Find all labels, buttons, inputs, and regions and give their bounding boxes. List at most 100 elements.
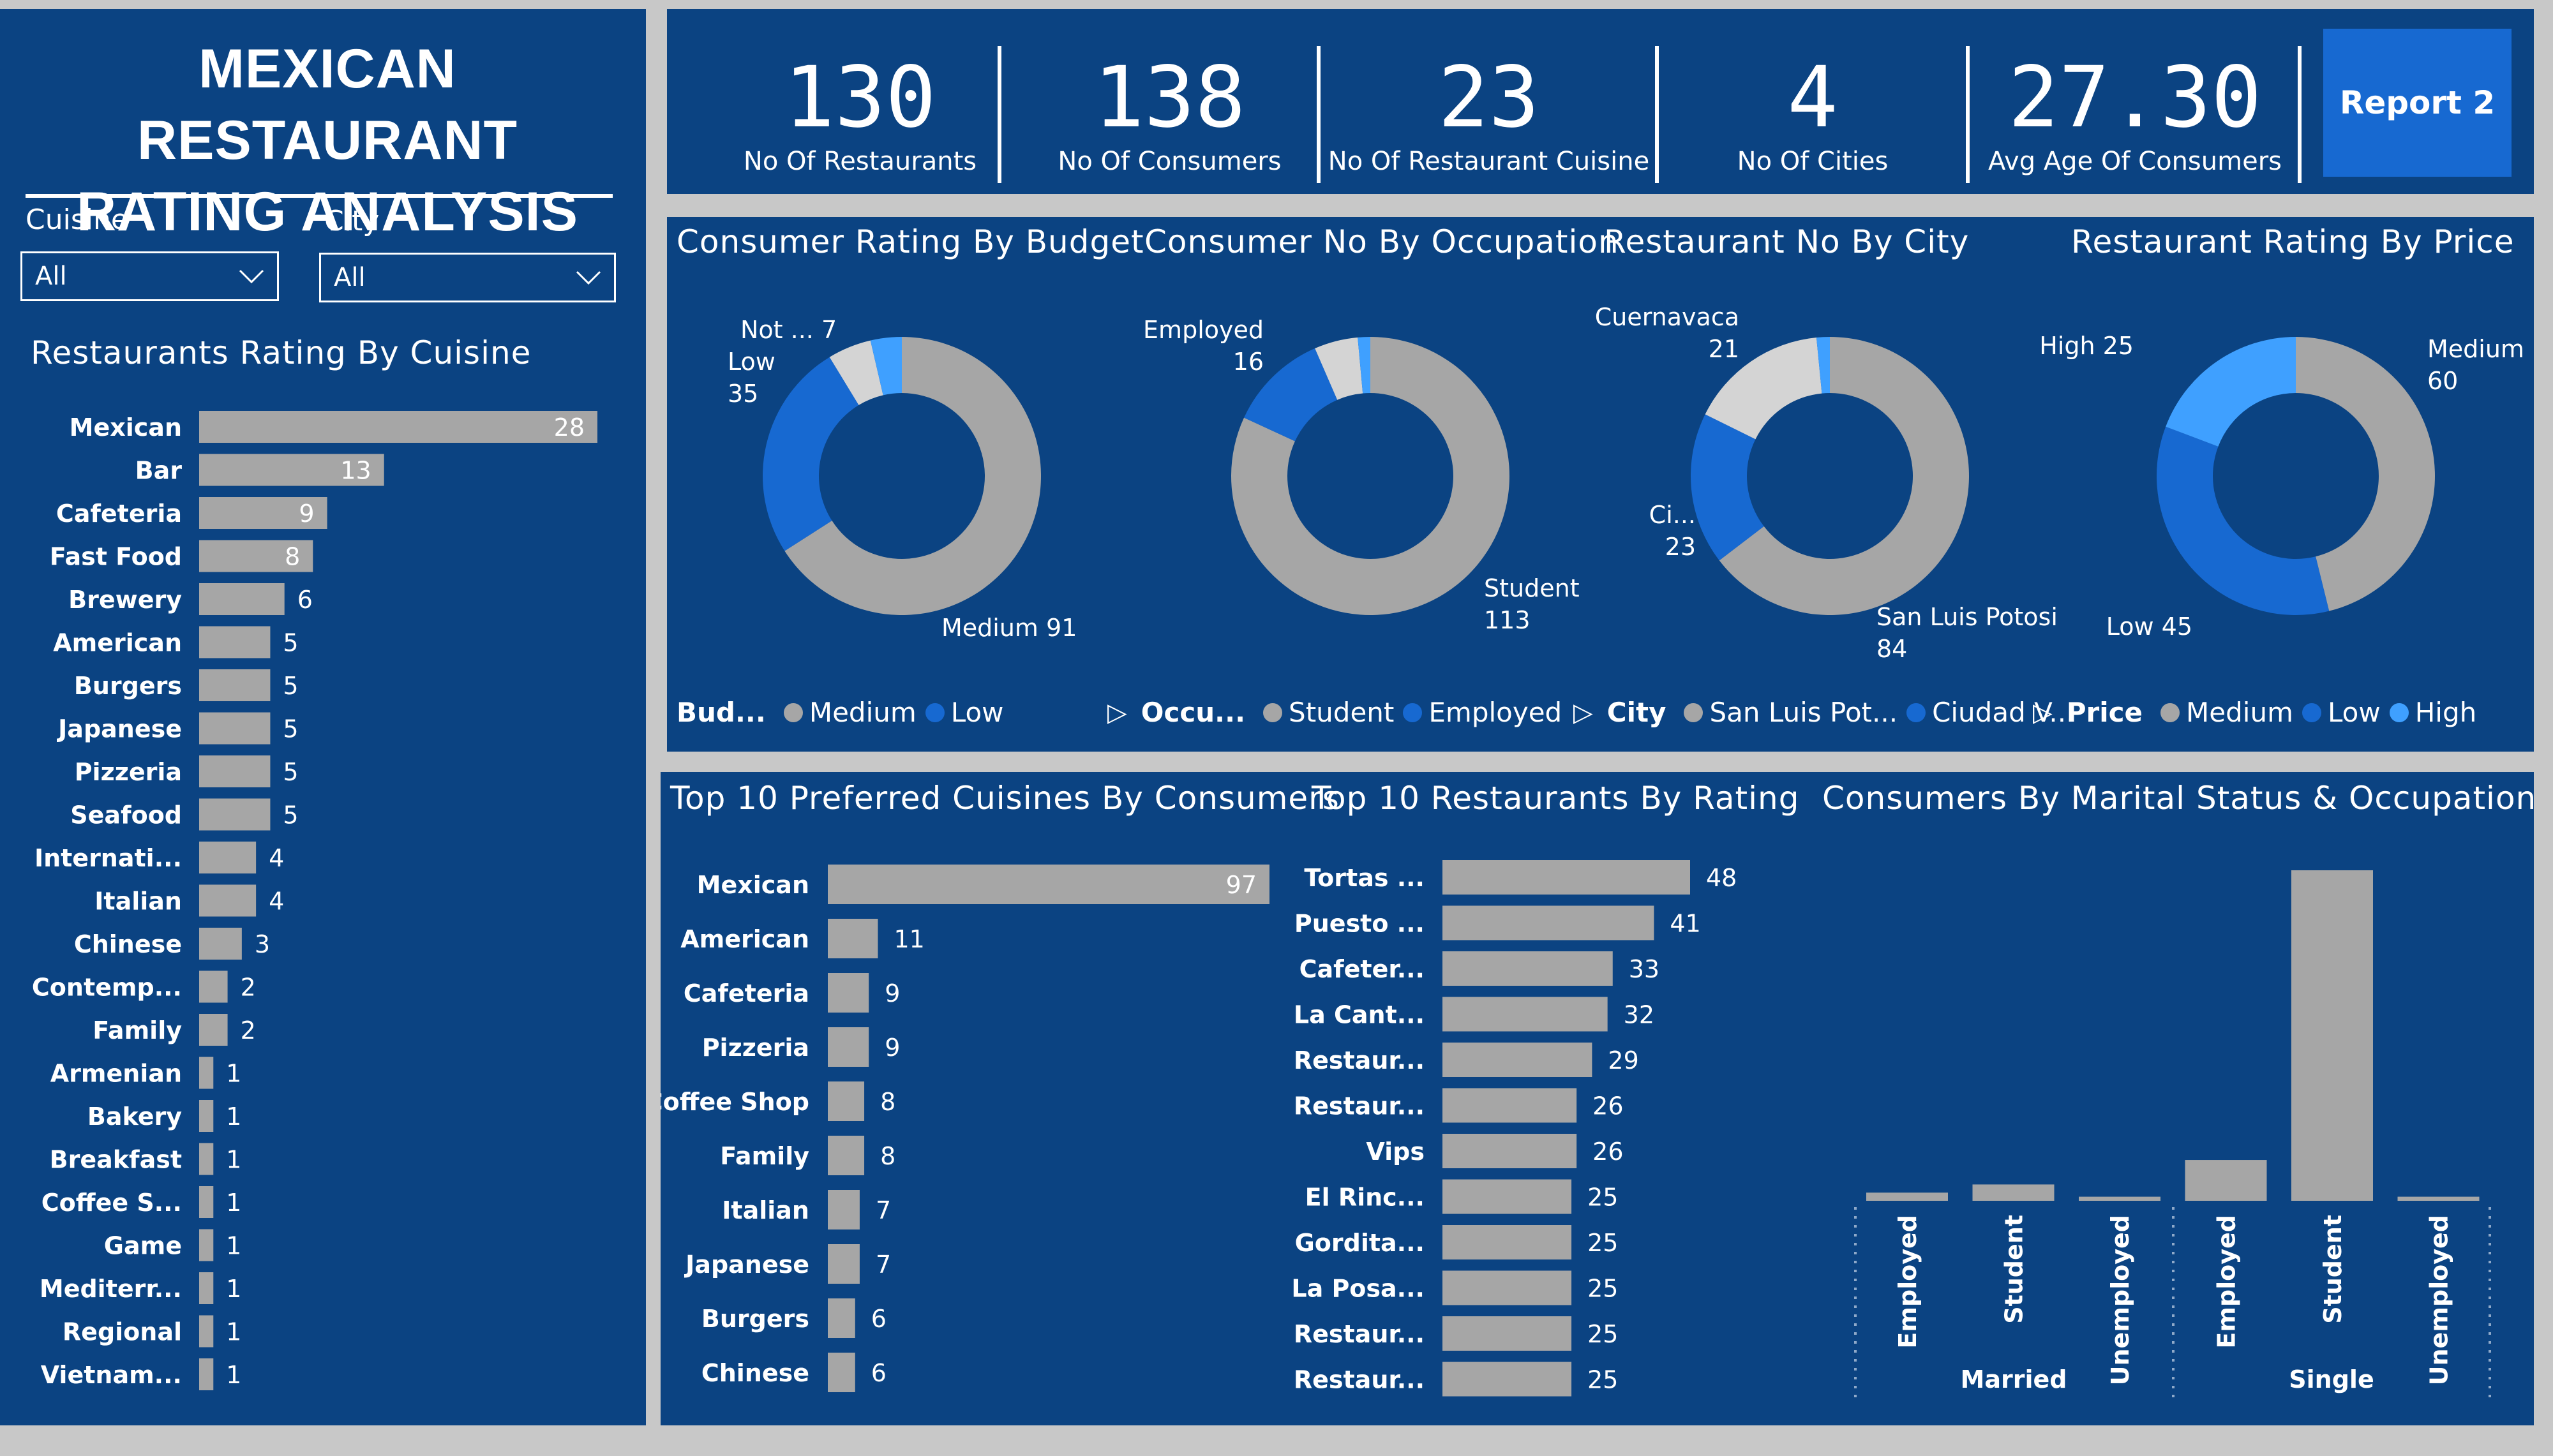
marital-group-label: Married bbox=[1961, 1365, 2067, 1393]
legend-item[interactable]: Low bbox=[2328, 697, 2381, 728]
kpi-value: 27.30 bbox=[2008, 48, 2262, 147]
donut-slice bbox=[2157, 426, 2330, 616]
cuisine-category-label: American bbox=[53, 629, 182, 657]
donut-data-label: 16 bbox=[1233, 348, 1264, 376]
kpi-cities: 4 No Of Cities bbox=[1663, 9, 1963, 177]
legend-item[interactable]: High bbox=[2415, 697, 2477, 728]
cuisine-bar bbox=[199, 1057, 214, 1089]
cuisine-bar bbox=[199, 1143, 214, 1175]
legend-item[interactable]: San Luis Pot... bbox=[1709, 697, 1898, 728]
cuisine-data-label: 1 bbox=[226, 1146, 241, 1174]
city-dropdown-value: All bbox=[334, 263, 366, 292]
top-restaurant-data-label: 26 bbox=[1592, 1138, 1623, 1166]
top-restaurant-data-label: 26 bbox=[1592, 1092, 1623, 1120]
preferred-cuisine-label: Italian bbox=[722, 1196, 809, 1224]
legend-scroll-icon[interactable]: ▷ bbox=[1107, 698, 1127, 727]
legend-scroll-icon[interactable]: ▷ bbox=[1573, 698, 1593, 727]
kpi-value: 4 bbox=[1787, 48, 1838, 147]
legend-dot bbox=[1263, 702, 1283, 722]
cuisine-bar bbox=[199, 626, 271, 658]
cuisine-slicer-label: Cuisine bbox=[26, 204, 128, 236]
cuisine-category-label: Italian bbox=[94, 888, 182, 916]
legend-title: Bud... bbox=[677, 697, 766, 728]
kpi-label: Avg Age Of Consumers bbox=[1988, 147, 2282, 176]
top-restaurant-label: Puesto ... bbox=[1294, 910, 1425, 938]
cuisine-bar bbox=[199, 583, 285, 615]
cuisine-data-label: 1 bbox=[226, 1361, 241, 1389]
preferred-cuisine-bar bbox=[828, 1298, 855, 1338]
legend-item[interactable]: Low bbox=[951, 697, 1004, 728]
cuisine-data-label: 4 bbox=[269, 844, 284, 872]
preferred-cuisine-label: Coffee Shop bbox=[661, 1088, 809, 1116]
chevron-down-icon bbox=[576, 271, 601, 285]
cuisine-data-label: 9 bbox=[299, 500, 314, 528]
donut-data-label: Student bbox=[1484, 574, 1580, 602]
top-restaurant-bar bbox=[1442, 1043, 1592, 1077]
cuisine-dropdown[interactable]: All bbox=[20, 251, 279, 301]
legend-item[interactable]: Student bbox=[1289, 697, 1394, 728]
top-restaurant-label: Tortas ... bbox=[1304, 864, 1425, 892]
marital-occupation-bar bbox=[2291, 870, 2373, 1201]
kpi-value: 23 bbox=[1438, 48, 1539, 147]
kpi-separator bbox=[998, 46, 1001, 183]
marital-occupation-bar bbox=[2185, 1160, 2267, 1201]
report-2-button[interactable]: Report 2 bbox=[2323, 29, 2512, 177]
donut-data-label: 60 bbox=[2427, 367, 2458, 395]
cuisine-bar bbox=[199, 1358, 214, 1390]
cuisine-bar bbox=[199, 1229, 214, 1261]
marital-occupation-tick-label: Student bbox=[2319, 1215, 2347, 1324]
legend-dot bbox=[1684, 702, 1703, 722]
legend-scroll-icon[interactable]: ▷ bbox=[2033, 698, 2053, 727]
top-restaurant-bar bbox=[1442, 1362, 1572, 1397]
cuisine-bar bbox=[199, 669, 271, 701]
top-restaurant-label: Restaur... bbox=[1294, 1046, 1425, 1074]
cuisine-category-label: Family bbox=[93, 1016, 182, 1044]
cuisine-category-label: Chinese bbox=[74, 930, 182, 958]
cuisine-data-label: 5 bbox=[283, 629, 298, 657]
marital-group-label: Single bbox=[2289, 1365, 2374, 1393]
cuisine-category-label: Game bbox=[104, 1232, 182, 1260]
cuisine-bar bbox=[199, 1315, 214, 1348]
donut-data-label: High 25 bbox=[2039, 332, 2134, 360]
preferred-cuisine-label: Pizzeria bbox=[702, 1034, 809, 1062]
cuisine-data-label: 1 bbox=[226, 1232, 241, 1260]
top-restaurant-data-label: 33 bbox=[1629, 955, 1659, 983]
top-restaurant-data-label: 48 bbox=[1706, 864, 1737, 892]
top-restaurant-label: Cafeter... bbox=[1299, 955, 1425, 983]
top-restaurant-label: La Cant... bbox=[1294, 1001, 1425, 1029]
cuisine-category-label: Internati... bbox=[34, 844, 182, 872]
marital-occupation-tick-label: Employed bbox=[2213, 1215, 2241, 1349]
legend-item[interactable]: Medium bbox=[2186, 697, 2293, 728]
cuisine-category-label: Burgers bbox=[74, 672, 182, 700]
preferred-cuisine-data-label: 97 bbox=[1226, 871, 1257, 899]
cuisine-data-label: 28 bbox=[554, 413, 585, 442]
preferred-cuisine-data-label: 8 bbox=[880, 1088, 895, 1116]
city-dropdown[interactable]: All bbox=[319, 253, 616, 302]
cuisine-rating-chart: Mexican 28Bar 13Cafeteria 9Fast Food 8Brewer… bbox=[32, 411, 597, 1390]
donut-data-label: 113 bbox=[1484, 606, 1531, 634]
top-restaurant-data-label: 25 bbox=[1587, 1320, 1618, 1348]
cuisine-data-label: 2 bbox=[241, 974, 256, 1002]
kpi-separator bbox=[2298, 46, 2302, 183]
cuisine-bar bbox=[199, 798, 271, 831]
top-restaurant-data-label: 29 bbox=[1608, 1046, 1638, 1074]
legend-dot bbox=[2160, 702, 2180, 722]
legend-dot bbox=[925, 702, 945, 722]
top-restaurant-bar bbox=[1442, 1225, 1572, 1259]
cuisine-data-label: 5 bbox=[283, 715, 298, 743]
preferred-cuisine-data-label: 6 bbox=[871, 1305, 887, 1333]
donut-data-label: Not ... 7 bbox=[740, 316, 837, 344]
legend-item[interactable]: Employed bbox=[1428, 697, 1562, 728]
top-restaurant-bar bbox=[1442, 1270, 1572, 1305]
legend-dot bbox=[1906, 702, 1926, 722]
top-restaurant-data-label: 32 bbox=[1624, 1001, 1654, 1029]
legend-item[interactable]: Medium bbox=[809, 697, 917, 728]
donut-data-label: 23 bbox=[1665, 533, 1696, 561]
legend-title: Price bbox=[2066, 697, 2143, 728]
cuisine-data-label: 1 bbox=[226, 1189, 241, 1217]
cuisine-category-label: Contemp... bbox=[32, 974, 182, 1002]
marital-occupation-bar bbox=[1972, 1184, 2055, 1201]
bottom-panel: Top 10 Preferred Cuisines By Consumers T… bbox=[661, 772, 2536, 1425]
city-legend: ▷ City San Luis Pot... Ciudad V... bbox=[1573, 697, 2074, 728]
cuisine-bar bbox=[199, 928, 242, 960]
